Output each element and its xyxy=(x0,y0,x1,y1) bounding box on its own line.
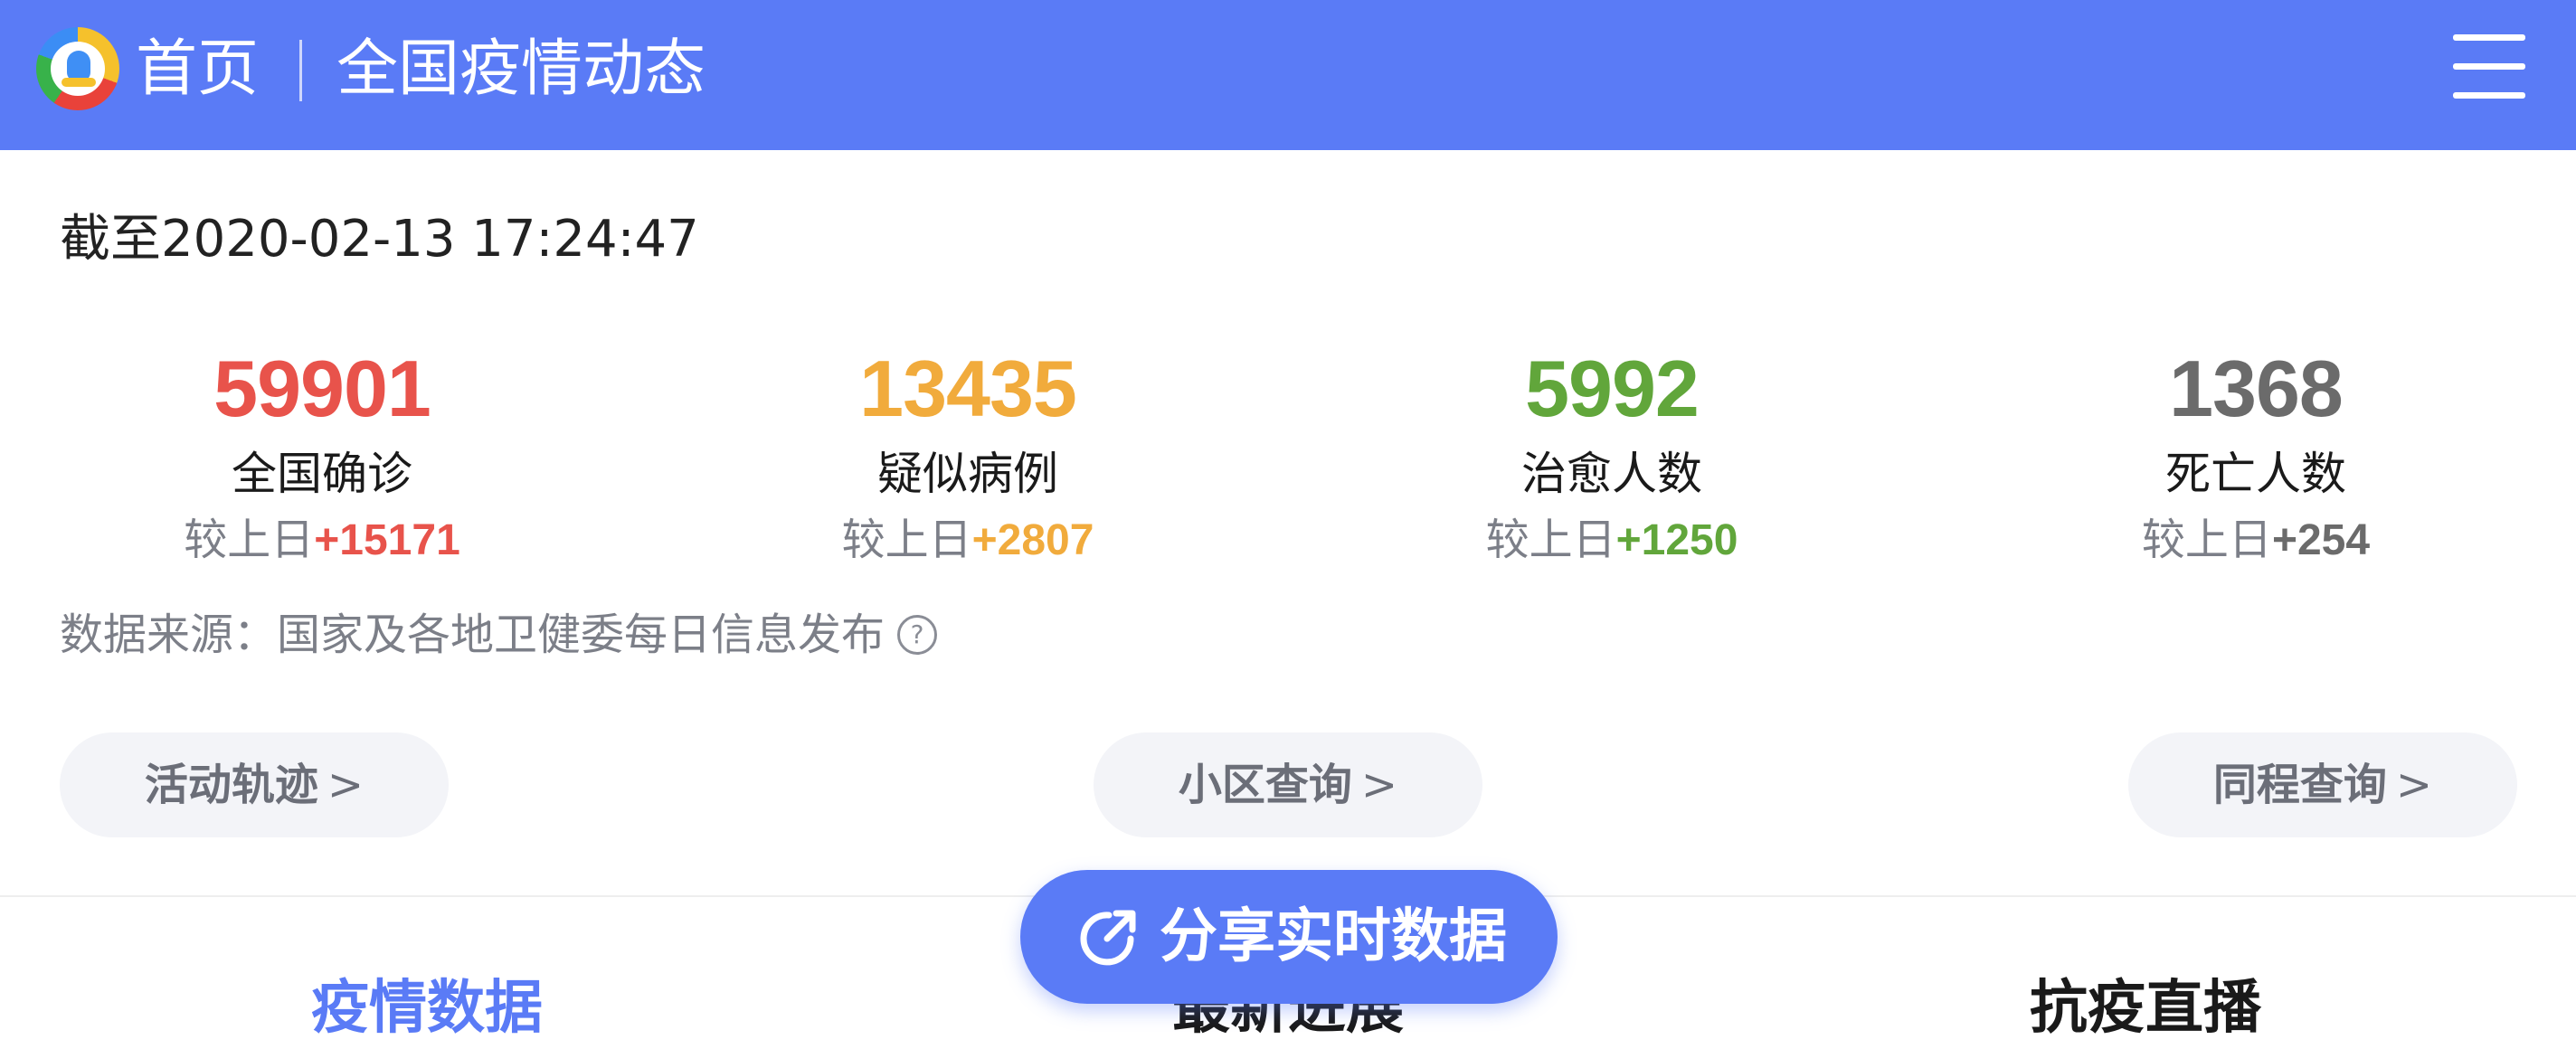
stat-confirmed: 59901 全国确诊 较上日+15171 xyxy=(51,339,593,573)
confirmed-delta: +15171 xyxy=(314,516,460,564)
menu-line xyxy=(2453,92,2525,99)
hamburger-menu-icon[interactable] xyxy=(2453,31,2525,103)
cured-change: 较上日+1250 xyxy=(1340,507,1883,573)
suspected-label: 疑似病例 xyxy=(877,448,1058,500)
confirmed-label: 全国确诊 xyxy=(232,448,412,500)
update-time: 截至2020-02-13 17:24:47 xyxy=(60,210,699,269)
page-title: 全国疫情动态 xyxy=(336,33,706,105)
deaths-delta: +254 xyxy=(2271,516,2371,564)
suspected-delta: +2807 xyxy=(971,516,1094,564)
cured-delta: +1250 xyxy=(1615,516,1738,564)
community-query-button[interactable]: 小区查询 > xyxy=(1094,732,1482,837)
chevron-right-icon: > xyxy=(2395,760,2433,810)
share-realtime-data-button[interactable]: 分享实时数据 xyxy=(1020,870,1558,1004)
activity-track-label: 活动轨迹 xyxy=(144,760,318,810)
help-icon[interactable]: ? xyxy=(897,615,938,655)
tab-live-broadcast[interactable]: 抗疫直播 xyxy=(2030,968,2261,1049)
deaths-change: 较上日+254 xyxy=(1984,507,2527,573)
community-query-label: 小区查询 xyxy=(1178,760,1352,810)
same-trip-query-label: 同程查询 xyxy=(2212,760,2387,810)
menu-line xyxy=(2453,63,2525,70)
logo-inner xyxy=(51,42,105,96)
data-source-text: 数据来源：国家及各地卫健委每日信息发布 xyxy=(60,610,886,660)
logo-bird-icon xyxy=(62,51,96,87)
share-icon xyxy=(1080,910,1136,966)
stat-cured: 5992 治愈人数 较上日+1250 xyxy=(1340,339,1883,573)
chevron-right-icon: > xyxy=(1360,760,1398,810)
change-prefix: 较上日 xyxy=(184,515,315,565)
confirmed-change: 较上日+15171 xyxy=(51,507,593,573)
activity-track-button[interactable]: 活动轨迹 > xyxy=(60,732,449,837)
change-prefix: 较上日 xyxy=(1485,515,1616,565)
title-divider xyxy=(299,40,302,101)
same-trip-query-button[interactable]: 同程查询 > xyxy=(2128,732,2517,837)
change-prefix: 较上日 xyxy=(841,515,972,565)
tencent-news-logo-icon[interactable] xyxy=(36,27,119,110)
deaths-label: 死亡人数 xyxy=(2165,448,2346,500)
tab-epidemic-data[interactable]: 疫情数据 xyxy=(311,968,543,1049)
share-label: 分享实时数据 xyxy=(1160,903,1507,970)
home-link[interactable]: 首页 xyxy=(136,29,259,110)
chevron-right-icon: > xyxy=(327,760,365,810)
change-prefix: 较上日 xyxy=(2141,515,2272,565)
deaths-count: 1368 xyxy=(2169,344,2344,433)
data-source-note: 数据来源：国家及各地卫健委每日信息发布? xyxy=(60,602,938,667)
stat-deaths: 1368 死亡人数 较上日+254 xyxy=(1984,339,2527,573)
confirmed-count: 59901 xyxy=(213,344,431,433)
stat-suspected: 13435 疑似病例 较上日+2807 xyxy=(696,339,1239,573)
top-header: 首页 全国疫情动态 xyxy=(0,0,2576,150)
cured-count: 5992 xyxy=(1525,344,1700,433)
menu-line xyxy=(2453,34,2525,41)
suspected-count: 13435 xyxy=(859,344,1077,433)
cured-label: 治愈人数 xyxy=(1521,448,1702,500)
suspected-change: 较上日+2807 xyxy=(696,507,1239,573)
